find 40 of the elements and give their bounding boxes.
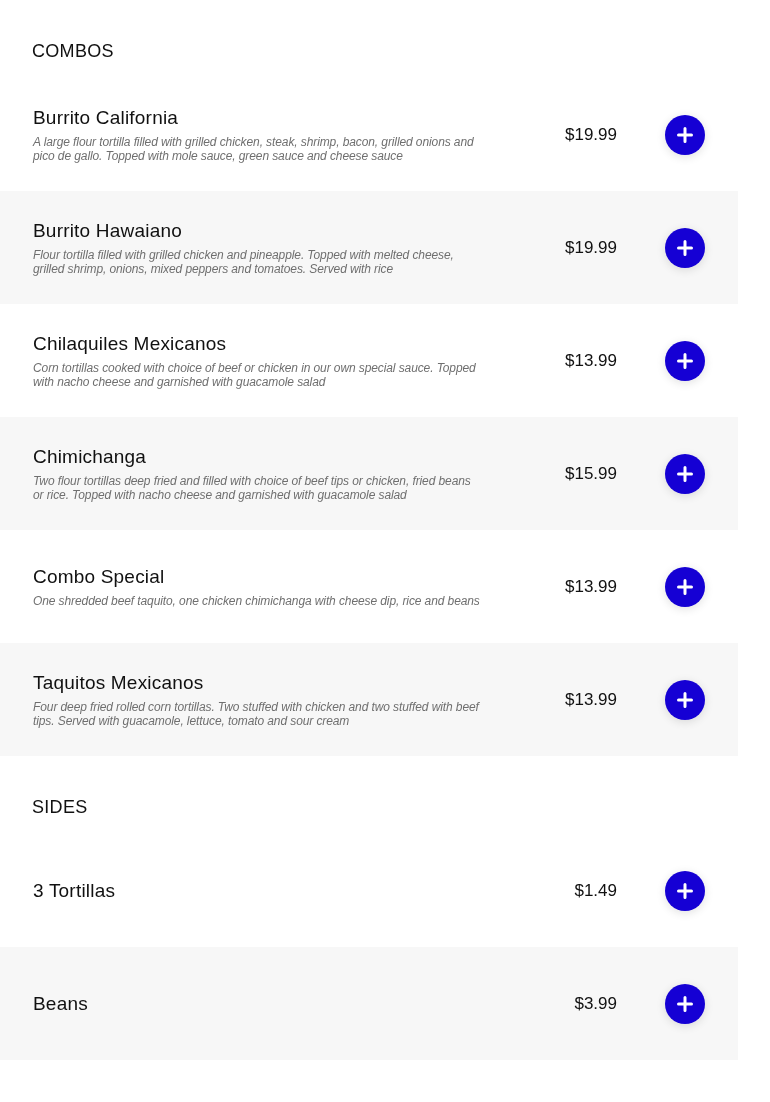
plus-icon: [677, 882, 693, 899]
plus-icon: [677, 126, 693, 143]
item-description: Four deep fried rolled corn tortillas. Two stuffed with chicken and two stuffed with beef tips. Served with guacamole, lettuce, tomato and sour cream: [33, 700, 481, 728]
add-button[interactable]: [665, 870, 705, 911]
item-description: One shredded beef taquito, one chicken chimichanga with cheese dip, rice and beans: [33, 594, 481, 608]
item-price: $3.99: [574, 993, 617, 1014]
item-name: Chilaquiles Mexicanos: [33, 332, 228, 356]
add-button[interactable]: [665, 679, 705, 720]
add-button[interactable]: [665, 453, 705, 494]
section-heading: COMBOS: [32, 40, 115, 63]
item-name: Beans: [33, 991, 89, 1016]
item-name: Burrito Hawaiano: [33, 219, 183, 243]
item-price: $15.99: [565, 463, 617, 484]
item-price: $19.99: [565, 124, 617, 145]
plus-icon: [677, 578, 693, 595]
plus-icon: [677, 691, 693, 708]
add-button[interactable]: [665, 114, 705, 155]
plus-icon: [677, 465, 693, 482]
add-button[interactable]: [665, 983, 705, 1024]
item-description: Two flour tortillas deep fried and filled with choice of beef tips or chicken, fried beans or rice. Topped with nacho cheese and garnished with guacamole salad: [33, 474, 472, 502]
plus-icon: [677, 239, 693, 256]
plus-icon: [677, 352, 693, 369]
item-name: Burrito California: [33, 106, 180, 130]
section-heading: SIDES: [32, 796, 89, 819]
add-button[interactable]: [665, 566, 705, 607]
item-description: Corn tortillas cooked with choice of beef or chicken in our own special sauce. Topped with nacho cheese and garnished with guacamole salad: [33, 361, 477, 389]
item-price: $1.49: [574, 880, 617, 901]
item-name: Taquitos Mexicanos: [33, 671, 205, 695]
item-price: $19.99: [565, 237, 617, 258]
add-button[interactable]: [665, 227, 705, 268]
item-price: $13.99: [565, 576, 617, 597]
item-name: 3 Tortillas: [33, 878, 117, 903]
item-price: $13.99: [565, 350, 617, 371]
item-description: Flour tortilla filled with grilled chicken and pineapple. Topped with melted cheese, grilled shrimp, onions, mixed peppers and tomatoes. Served with rice: [33, 248, 455, 276]
plus-icon: [677, 995, 693, 1012]
item-name: Chimichanga: [33, 445, 148, 469]
item-price: $13.99: [565, 689, 617, 710]
item-description: A large flour tortilla filled with grilled chicken, steak, shrimp, bacon, grilled onions and pico de gallo. Topped with mole sauce, green sauce and cheese sauce: [33, 135, 475, 163]
add-button[interactable]: [665, 340, 705, 381]
item-name: Combo Special: [33, 565, 166, 589]
